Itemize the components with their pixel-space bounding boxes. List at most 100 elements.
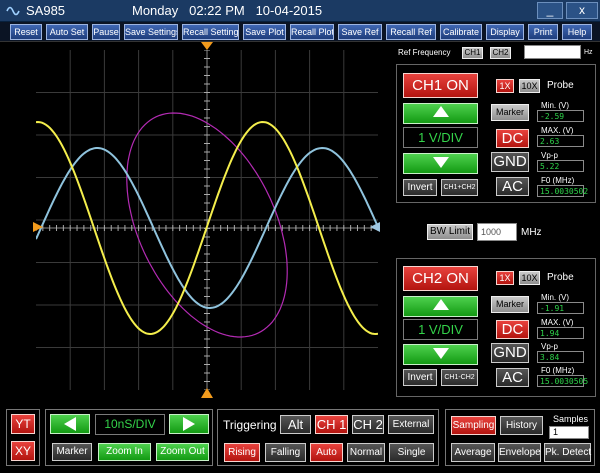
bw-limit-input[interactable]: 1000 [477,223,517,241]
minimize-button[interactable]: _ [537,2,563,19]
ch2-scale-up-button[interactable] [403,296,478,317]
ch2-math-button[interactable]: CH1-CH2 [441,369,478,386]
auto-set-button[interactable]: Auto Set [46,24,88,40]
ch1-probe-label: Probe [547,80,574,91]
trigger-level-marker-icon[interactable] [370,222,382,234]
ch1-probe-1x-button[interactable]: 1X [496,79,514,93]
pk-detect-button[interactable]: Pk. Detect [544,443,591,462]
pause-button[interactable]: Pause [92,24,120,40]
recall-ref-button[interactable]: Recall Ref [386,24,436,40]
ch2-probe-1x-button[interactable]: 1X [496,271,514,285]
ch1-math-button[interactable]: CH1+CH2 [441,179,478,196]
reset-button[interactable]: Reset [10,24,42,40]
trigger-ch2-button[interactable]: CH 2 [352,415,384,434]
calibrate-button[interactable]: Calibrate [440,24,482,40]
ch1-min-value: -2.59 [537,110,584,122]
ref-frequency-unit: Hz [584,49,593,56]
arrow-right-icon [183,417,195,431]
trigger-falling-button[interactable]: Falling [265,443,306,462]
ch2-marker-button[interactable]: Marker [491,296,529,313]
ch2-max-value: 1.94 [537,327,584,339]
ch1-ac-button[interactable]: AC [496,177,529,196]
zoom-in-button[interactable]: Zoom In [98,443,151,461]
ch2-vpp-label: Vp-p [541,342,558,351]
timebase-decrease-button[interactable] [50,414,90,434]
ch1-vpp-label: Vp-p [541,151,558,160]
ref-frequency-input[interactable] [524,45,581,59]
timebase-display: 10nS/DIV [95,414,165,435]
average-button[interactable]: Average [451,443,495,462]
save-ref-button[interactable]: Save Ref [338,24,382,40]
ref-ch1-button[interactable]: CH1 [462,47,483,59]
ch2-on-button[interactable]: CH2 ON [403,266,478,291]
trigger-normal-button[interactable]: Normal [347,443,385,462]
save-settings-button[interactable]: Save Settings [124,24,178,40]
ch2-ac-button[interactable]: AC [496,368,529,387]
ground-marker-icon[interactable] [33,222,45,234]
arrow-down-icon [432,348,449,359]
trigger-single-button[interactable]: Single [389,443,434,462]
ch2-scale-down-button[interactable] [403,344,478,365]
oscilloscope-display[interactable] [36,50,378,390]
ch2-vpp-value: 3.84 [537,351,584,363]
trigger-rising-button[interactable]: Rising [224,443,260,462]
ch2-probe-label: Probe [547,272,574,283]
ch1-invert-button[interactable]: Invert [403,179,437,196]
ch1-marker-button[interactable]: Marker [491,104,529,121]
ch1-probe-10x-button[interactable]: 10X [519,79,540,93]
samples-label: Samples [553,414,589,424]
ch2-scale-display: 1 V/DIV [403,319,478,340]
ch2-probe-10x-button[interactable]: 10X [519,271,540,285]
ch1-scale-down-button[interactable] [403,153,478,174]
print-button[interactable]: Print [528,24,558,40]
timebase-increase-button[interactable] [169,414,209,434]
trigger-ch1-button[interactable]: CH 1 [315,415,348,434]
yt-mode-button[interactable]: YT [11,414,35,434]
top-trigger-marker-icon[interactable] [201,42,213,52]
help-button[interactable]: Help [562,24,592,40]
bw-limit-button[interactable]: BW Limit [427,224,473,240]
trigger-position-marker-icon[interactable] [201,388,213,400]
ref-ch2-button[interactable]: CH2 [490,47,511,59]
ch2-dc-button[interactable]: DC [496,320,529,339]
close-button[interactable]: x [566,2,598,19]
save-plot-button[interactable]: Save Plot [243,24,286,40]
recall-settings-button[interactable]: Recall Settings [182,24,239,40]
triggering-label: Triggering [223,418,277,432]
xy-mode-button[interactable]: XY [11,441,35,461]
ch2-invert-button[interactable]: Invert [403,369,437,386]
trigger-auto-button[interactable]: Auto [310,443,343,462]
ch1-f0-value: 15.0030502 [537,185,588,197]
ch2-gnd-button[interactable]: GND [491,343,529,363]
arrow-up-icon [432,299,449,310]
datetime-display: Monday 02:22 PM 10-04-2015 [132,3,323,18]
trigger-alt-button[interactable]: Alt [280,415,311,434]
timebase-marker-button[interactable]: Marker [52,443,92,461]
app-logo-icon [6,6,20,16]
history-button[interactable]: History [500,416,543,435]
ch1-max-value: 2.63 [537,135,584,147]
ch1-dc-button[interactable]: DC [496,129,529,148]
trigger-external-button[interactable]: External [388,415,434,434]
samples-input[interactable]: 1 [549,426,589,439]
ch1-gnd-button[interactable]: GND [491,152,529,172]
ch1-on-button[interactable]: CH1 ON [403,73,478,98]
ch2-max-label: MAX. (V) [541,318,574,327]
ch2-f0-label: F0 (MHz) [541,366,575,375]
display-button[interactable]: Display [486,24,524,40]
ref-frequency-label: Ref Frequency [398,48,451,57]
sampling-button[interactable]: Sampling [451,416,496,435]
app-name: SA985 [26,3,66,18]
ch2-min-label: Min. (V) [541,293,569,302]
ch1-max-label: MAX. (V) [541,126,574,135]
ch1-f0-label: F0 (MHz) [541,176,575,185]
zoom-out-button[interactable]: Zoom Out [156,443,209,461]
title-bar: SA985 Monday 02:22 PM 10-04-2015 _ x [0,0,600,22]
ch1-vpp-value: 5.22 [537,160,584,172]
ch1-scale-up-button[interactable] [403,103,478,124]
recall-plot-button[interactable]: Recall Plot [290,24,334,40]
arrow-down-icon [432,157,449,168]
arrow-up-icon [432,106,449,117]
envelope-button[interactable]: Envelope [498,443,541,462]
toolbar: Reset Auto Set Pause Save Settings Recal… [0,22,600,42]
